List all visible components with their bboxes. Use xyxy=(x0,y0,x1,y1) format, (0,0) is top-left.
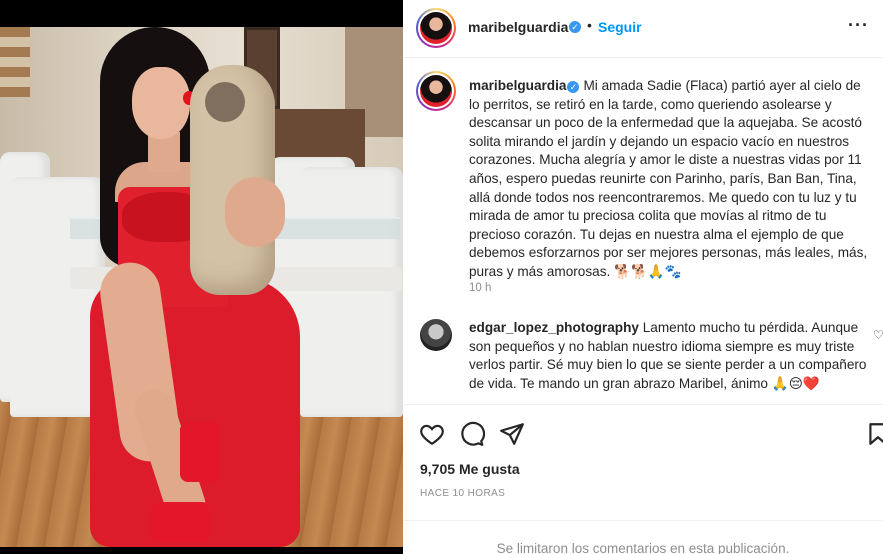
post-header: maribelguardia ✓ • Seguir ··· xyxy=(403,0,883,58)
likes-count[interactable]: 9,705 Me gusta xyxy=(420,461,520,477)
likes-label: Me gusta xyxy=(458,461,520,477)
speech-bubble-icon[interactable] xyxy=(459,421,485,447)
comment-like-icon[interactable]: ♡ xyxy=(873,328,883,342)
likes-number: 9,705 xyxy=(420,461,456,477)
photo-dog-face xyxy=(205,82,245,122)
follow-button[interactable]: Seguir xyxy=(598,19,642,35)
paper-plane-icon[interactable] xyxy=(499,421,525,447)
verified-badge-icon: ✓ xyxy=(569,21,581,33)
post-photo[interactable] xyxy=(0,27,403,547)
post-details-panel: maribelguardia ✓ • Seguir ··· maribelgua… xyxy=(403,0,883,554)
header-dot-separator: • xyxy=(587,17,592,33)
photo-arm xyxy=(225,177,285,247)
commenter-username[interactable]: edgar_lopez_photography xyxy=(469,320,639,335)
caption-username[interactable]: maribelguardia xyxy=(469,78,566,93)
avatar-inner xyxy=(418,10,454,46)
post-media-panel xyxy=(0,0,403,554)
photo-red-shoe xyxy=(150,502,210,542)
commenter-avatar[interactable] xyxy=(420,319,452,351)
photo-woman xyxy=(0,27,403,547)
bookmark-icon[interactable] xyxy=(865,421,883,447)
photo-red-shoe xyxy=(180,422,220,482)
photo-face xyxy=(132,67,190,139)
comments-area[interactable]: maribelguardia ✓ Mi amada Sadie (Flaca) pa… xyxy=(403,58,883,404)
verified-badge-icon: ✓ xyxy=(567,81,580,93)
caption-body: Mi amada Sadie (Flaca) partió ayer al ci… xyxy=(469,78,868,279)
avatar-image xyxy=(420,12,452,44)
heart-icon[interactable] xyxy=(419,421,445,447)
post-timestamp[interactable]: HACE 10 HORAS xyxy=(420,488,505,499)
action-bar xyxy=(403,404,883,456)
avatar[interactable] xyxy=(416,8,456,48)
caption: maribelguardia ✓ Mi amada Sadie (Flaca) pa… xyxy=(469,77,869,282)
caption-timestamp[interactable]: 10 h xyxy=(469,282,491,294)
comments-limited-notice: Se limitaron los comentarios en esta pub… xyxy=(496,541,790,554)
caption-avatar[interactable] xyxy=(416,71,456,111)
comment: edgar_lopez_photography Lamento mucho tu… xyxy=(469,319,869,393)
author-username[interactable]: maribelguardia xyxy=(468,19,568,35)
avatar-image xyxy=(420,75,452,107)
avatar-inner xyxy=(418,73,454,109)
more-options-icon[interactable]: ··· xyxy=(848,15,869,36)
